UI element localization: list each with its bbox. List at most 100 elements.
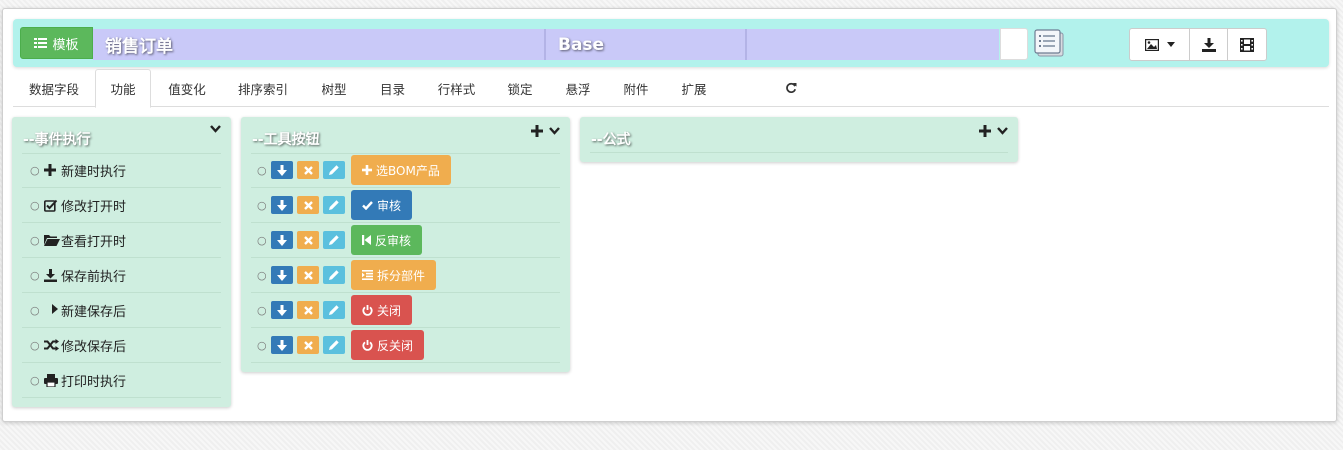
pencil-icon [329, 305, 339, 315]
list-icon [34, 38, 48, 48]
arrow-down-icon [277, 199, 287, 211]
tab-attachment[interactable]: 附件 [609, 69, 663, 107]
delete-button[interactable] [297, 161, 319, 179]
bullet: ○ [257, 198, 267, 212]
tab-data-fields[interactable]: 数据字段 [13, 69, 95, 107]
chevron-down-icon[interactable] [997, 127, 1008, 135]
edit-button[interactable] [323, 266, 345, 284]
close-icon [303, 270, 313, 280]
event-label: 修改保存后 [61, 339, 127, 355]
image-dropdown-button[interactable] [1130, 29, 1190, 60]
action-label: 审核 [377, 198, 402, 213]
tab-row-style[interactable]: 行样式 [420, 69, 493, 107]
add-icon[interactable] [979, 125, 991, 137]
event-row-print[interactable]: ○ 打印时执行 [22, 363, 221, 398]
tab-lock[interactable]: 锁定 [493, 69, 547, 107]
close-icon [303, 165, 313, 175]
move-down-button[interactable] [271, 196, 293, 214]
refresh-icon [786, 82, 797, 93]
bullet: ○ [30, 373, 40, 387]
add-icon[interactable] [531, 125, 543, 137]
action-label: 拆分部件 [377, 268, 426, 283]
move-down-button[interactable] [271, 161, 293, 179]
delete-button[interactable] [297, 196, 319, 214]
close-order-button[interactable]: 关闭 [351, 295, 413, 325]
pencil-icon [329, 200, 339, 210]
delete-button[interactable] [297, 266, 319, 284]
image-icon [1144, 38, 1159, 51]
chevron-down-icon[interactable] [210, 125, 221, 133]
close-icon [303, 305, 313, 315]
formula-panel-tools [979, 125, 1008, 137]
template-button[interactable]: 模板 [20, 27, 93, 59]
tab-catalog[interactable]: 目录 [365, 69, 420, 107]
tab-tree[interactable]: 树型 [303, 69, 365, 107]
action-label: 选BOM产品 [376, 163, 440, 178]
event-row-after-new-save[interactable]: ○ 新建保存后 [22, 293, 221, 328]
check-icon [362, 200, 373, 210]
title-segment-extra[interactable] [747, 29, 999, 60]
folder-open-icon [44, 234, 61, 246]
download-button[interactable] [1190, 29, 1228, 60]
event-row-view-open[interactable]: ○ 查看打开时 [22, 223, 221, 258]
event-label: 查看打开时 [61, 234, 127, 250]
tab-functions[interactable]: 功能 [95, 69, 151, 108]
download-icon [44, 268, 61, 282]
edit-button[interactable] [323, 336, 345, 354]
title-segment-base[interactable]: Base [546, 29, 747, 60]
title-segment-name[interactable]: 销售订单 [93, 29, 546, 60]
delete-button[interactable] [297, 336, 319, 354]
bullet: ○ [30, 163, 40, 177]
chevron-down-icon[interactable] [549, 127, 560, 135]
pencil-icon [329, 340, 339, 350]
indent-icon [362, 270, 373, 280]
tool-button-row: ○ 反关闭 [251, 328, 560, 363]
header-tool-group [1129, 28, 1267, 61]
event-label: 新建时执行 [61, 164, 127, 180]
tool-button-row: ○ 审核 [251, 188, 560, 223]
event-row-edit-open[interactable]: ○ 修改打开时 [22, 188, 221, 223]
download-icon [1201, 37, 1216, 52]
edit-button[interactable] [323, 231, 345, 249]
event-row-before-save[interactable]: ○ 保存前执行 [22, 258, 221, 293]
tab-sort-index[interactable]: 排序索引 [223, 69, 303, 107]
move-down-button[interactable] [271, 266, 293, 284]
print-icon [44, 373, 61, 387]
tab-value-change[interactable]: 值变化 [151, 69, 223, 107]
arrow-down-icon [277, 234, 287, 246]
bullet: ○ [30, 233, 40, 247]
split-parts-button[interactable]: 拆分部件 [351, 260, 437, 290]
caret-down-icon [1166, 42, 1175, 47]
event-row-after-edit-save[interactable]: ○ 修改保存后 [22, 328, 221, 363]
pencil-icon [329, 270, 339, 280]
delete-button[interactable] [297, 231, 319, 249]
title-end-box[interactable] [1000, 28, 1028, 60]
tool-button-row: ○ 拆分部件 [251, 258, 560, 293]
move-down-button[interactable] [271, 301, 293, 319]
template-button-label: 模板 [52, 37, 79, 53]
event-label: 打印时执行 [61, 374, 127, 390]
edit-button[interactable] [323, 301, 345, 319]
bullet: ○ [30, 198, 40, 212]
shuffle-icon [44, 339, 61, 351]
approve-button[interactable]: 审核 [351, 190, 413, 220]
close-icon [303, 235, 313, 245]
step-backward-icon [362, 235, 371, 245]
tab-extension[interactable]: 扩展 [663, 69, 725, 107]
list-view-icon[interactable] [1034, 29, 1065, 58]
edit-button[interactable] [323, 196, 345, 214]
move-down-button[interactable] [271, 231, 293, 249]
event-label: 修改打开时 [61, 199, 127, 215]
film-button[interactable] [1228, 29, 1266, 60]
move-down-button[interactable] [271, 336, 293, 354]
delete-button[interactable] [297, 301, 319, 319]
tab-float[interactable]: 悬浮 [547, 69, 609, 107]
refresh-button[interactable] [725, 69, 797, 107]
unapprove-button[interactable]: 反审核 [351, 225, 423, 255]
edit-button[interactable] [323, 161, 345, 179]
event-row-new[interactable]: ○ 新建时执行 [22, 153, 221, 188]
toolbar-buttons-panel-title: --工具按钮 [252, 132, 320, 148]
choose-bom-product-button[interactable]: 选BOM产品 [351, 155, 451, 185]
action-label: 反审核 [375, 233, 412, 248]
reopen-order-button[interactable]: 反关闭 [351, 330, 425, 360]
